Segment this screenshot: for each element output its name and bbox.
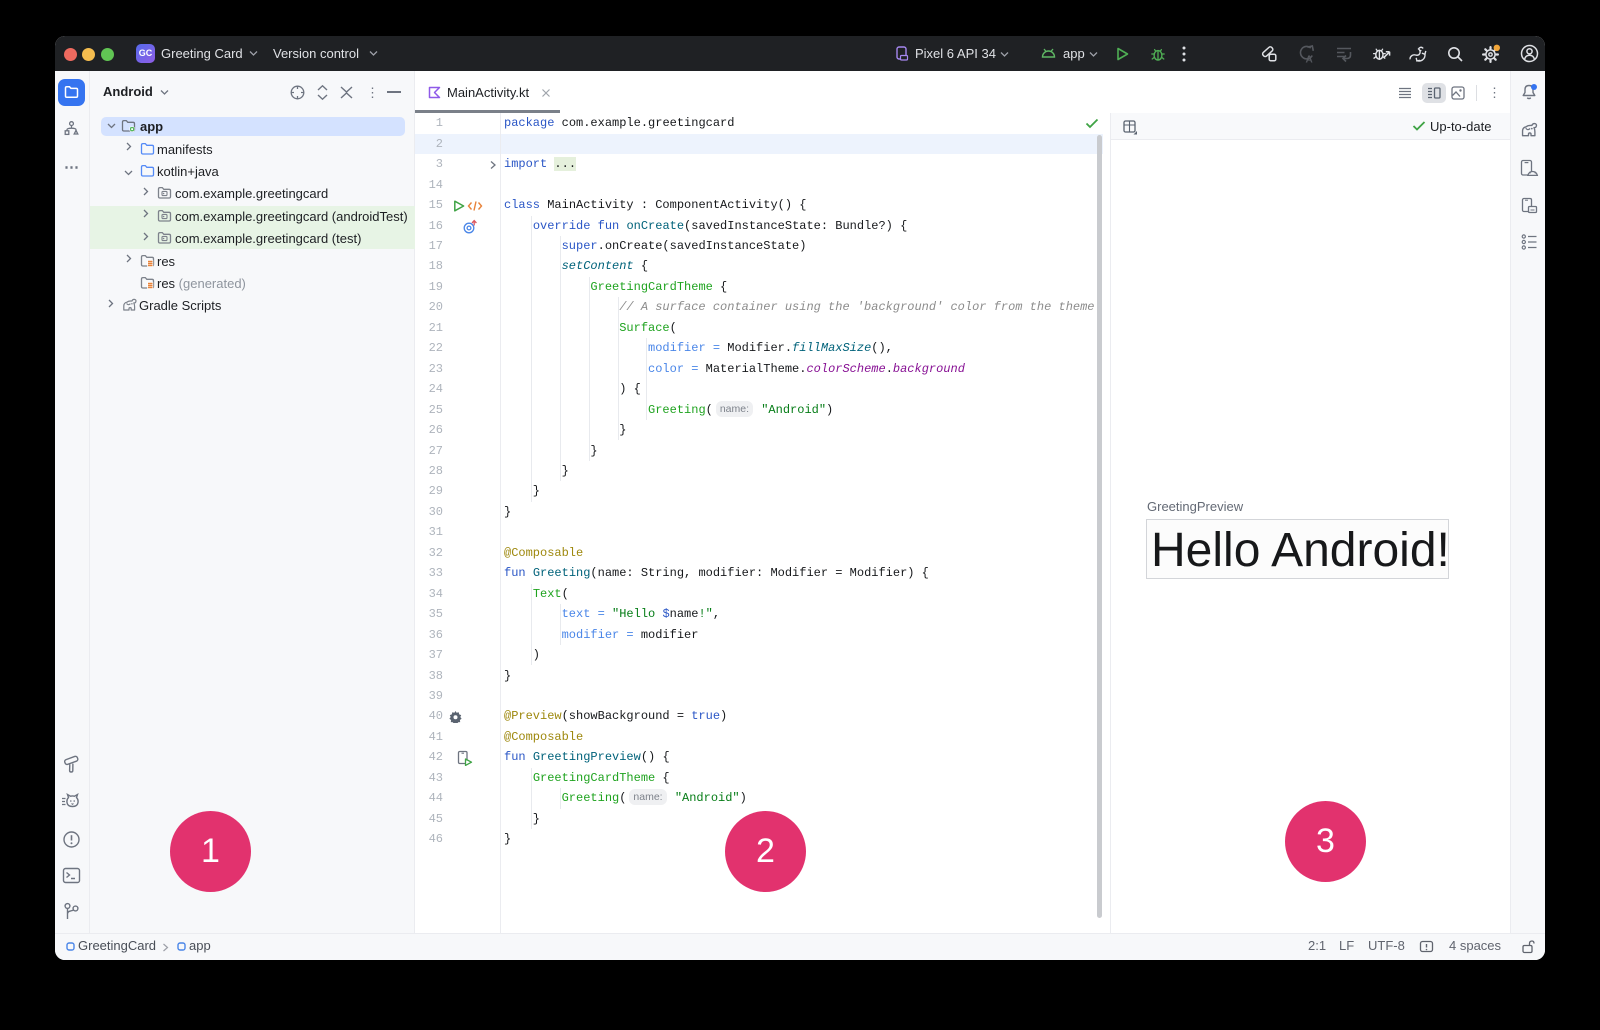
svg-text:A: A	[1306, 55, 1313, 65]
